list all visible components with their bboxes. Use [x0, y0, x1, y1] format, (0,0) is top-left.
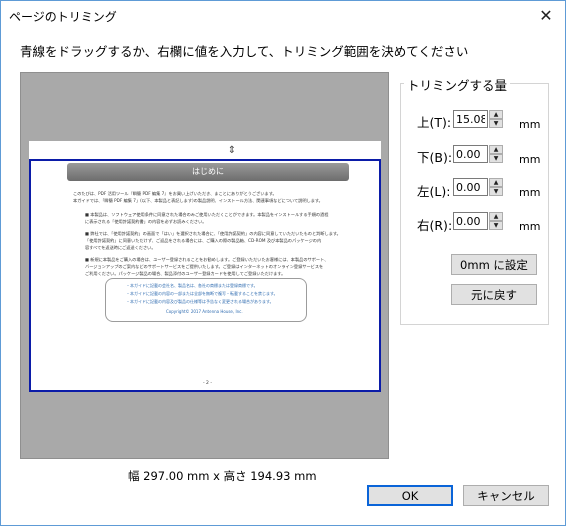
ok-button[interactable]: OK [367, 485, 453, 506]
top-input[interactable] [453, 110, 488, 128]
left-spin-up-icon[interactable]: ▲ [489, 178, 503, 187]
reset-button[interactable]: 元に戻す [451, 284, 537, 305]
preview-banner: はじめに [67, 163, 349, 181]
page-preview: このたびは、PDF 活用ツール『瞬簡 PDF 編集 7』をお買い上げいただき、ま… [20, 72, 389, 459]
resize-handle-icon[interactable]: ⇕ [225, 146, 239, 174]
preview-page-number: - 2 - [203, 381, 212, 386]
top-label: 上(T): [417, 115, 452, 130]
bottom-spin-down-icon[interactable]: ▼ [489, 154, 503, 163]
right-label: 右(R): [417, 218, 453, 233]
close-icon[interactable]: ✕ [535, 5, 557, 27]
set-zero-button[interactable]: 0mm に設定 [451, 254, 537, 275]
title-bar: ページのトリミング ✕ [1, 1, 565, 31]
bottom-spin-up-icon[interactable]: ▲ [489, 145, 503, 154]
top-unit: mm [519, 118, 541, 131]
right-spin-down-icon[interactable]: ▼ [489, 221, 503, 230]
right-unit: mm [519, 220, 541, 233]
left-label: 左(L): [417, 184, 451, 199]
cancel-button[interactable]: キャンセル [463, 485, 549, 506]
left-unit: mm [519, 186, 541, 199]
left-spin-down-icon[interactable]: ▼ [489, 187, 503, 196]
trim-dialog: ページのトリミング ✕ 青線をドラッグするか、右欄に値を入力して、トリミング範囲… [0, 0, 566, 526]
crop-rectangle[interactable]: はじめに ⇕ - 2 - [29, 146, 381, 392]
top-spin-up-icon[interactable]: ▲ [489, 110, 503, 119]
left-input[interactable] [453, 178, 488, 196]
right-spin-up-icon[interactable]: ▲ [489, 212, 503, 221]
dialog-title: ページのトリミング [9, 10, 117, 24]
bottom-unit: mm [519, 153, 541, 166]
right-input[interactable] [453, 212, 488, 230]
top-spin-down-icon[interactable]: ▼ [489, 119, 503, 128]
page-dimensions: 幅 297.00 mm x 高さ 194.93 mm [128, 469, 317, 483]
bottom-input[interactable] [453, 145, 488, 163]
trim-amount-label: トリミングする量 [404, 75, 511, 94]
bottom-label: 下(B): [417, 150, 453, 165]
instruction-text: 青線をドラッグするか、右欄に値を入力して、トリミング範囲を決めてください [20, 44, 469, 59]
